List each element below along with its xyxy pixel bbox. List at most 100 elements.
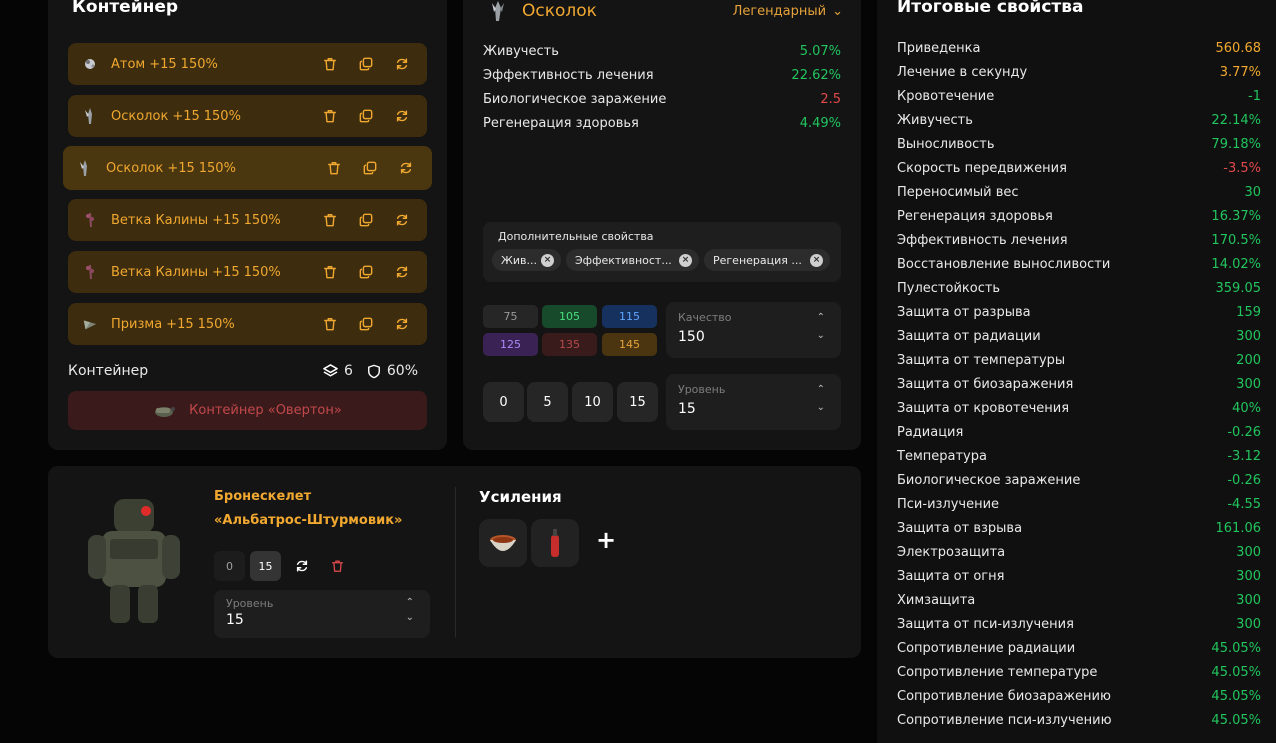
- total-property-row: Выносливость 79.18%: [897, 134, 1261, 154]
- total-property-label: Восстановление выносливости: [897, 256, 1111, 272]
- chevron-up-icon[interactable]: ⌃: [817, 384, 825, 395]
- total-property-row: Кровотечение -1: [897, 86, 1261, 106]
- container-footer: Контейнер 6 60%: [68, 363, 418, 379]
- shard-artifact-icon: [492, 1, 504, 21]
- armor-name-line2: «Альбатрос-Штурмовик»: [214, 513, 403, 528]
- total-property-value: 300: [1236, 616, 1261, 632]
- total-property-value: 159: [1236, 304, 1261, 320]
- swap-icon[interactable]: [394, 264, 410, 280]
- total-property-label: Сопротивление биозаражению: [897, 688, 1111, 704]
- property-label: Регенерация здоровья: [483, 116, 639, 131]
- armor-level-15-label: 15: [258, 559, 273, 573]
- container-title: Контейнер: [72, 0, 179, 17]
- swap-icon[interactable]: [394, 56, 410, 72]
- total-property-label: Биологическое заражение: [897, 472, 1081, 488]
- layers-icon: [323, 363, 338, 376]
- trash-icon[interactable]: [322, 56, 338, 72]
- container-item[interactable]: Осколок +15 150%: [68, 95, 427, 137]
- remove-chip-icon[interactable]: ×: [810, 253, 823, 267]
- chevron-up-icon[interactable]: ⌃: [406, 597, 414, 608]
- container-item-actions: [322, 264, 410, 280]
- swap-icon[interactable]: [394, 316, 410, 332]
- add-boost-button[interactable]: +: [596, 526, 616, 554]
- container-item[interactable]: Осколок +15 150%: [63, 146, 432, 190]
- container-item-bonus: +15: [166, 316, 194, 332]
- container-item-label: Ветка Калины +15 150%: [111, 213, 285, 228]
- total-property-value: 30: [1244, 184, 1261, 200]
- chevron-down-icon[interactable]: ⌄: [817, 402, 825, 413]
- boosts-title: Усиления: [479, 488, 562, 506]
- armor-level-0-button[interactable]: 0: [214, 551, 245, 581]
- copy-icon[interactable]: [358, 212, 374, 228]
- total-property-label: Кровотечение: [897, 88, 995, 104]
- total-property-value: 45.05%: [1211, 664, 1261, 680]
- swap-icon[interactable]: [394, 212, 410, 228]
- rarity-dropdown[interactable]: Легендарный ⌄: [733, 4, 843, 19]
- trash-icon[interactable]: [322, 264, 338, 280]
- chip-label: Эффективност...: [575, 253, 672, 267]
- armor-level-select[interactable]: Уровень 15 ⌃ ⌄: [214, 590, 430, 638]
- copy-icon[interactable]: [358, 108, 374, 124]
- trash-icon[interactable]: [322, 212, 338, 228]
- quality-preset-button[interactable]: 145: [602, 333, 657, 356]
- quality-preset-button[interactable]: 125: [483, 333, 538, 356]
- level-preset-button[interactable]: 5: [527, 382, 568, 422]
- total-property-value: 45.05%: [1211, 712, 1261, 728]
- container-item[interactable]: Ветка Калины +15 150%: [68, 199, 427, 241]
- level-select[interactable]: Уровень 15 ⌃ ⌄: [666, 374, 841, 430]
- copy-icon[interactable]: [358, 316, 374, 332]
- copy-icon[interactable]: [358, 264, 374, 280]
- container-item[interactable]: Атом +15 150%: [68, 43, 427, 85]
- quality-preset-button[interactable]: 105: [542, 305, 597, 328]
- armor-level-15-button[interactable]: 15: [250, 551, 281, 581]
- atom-artifact-icon: [82, 56, 98, 72]
- chevron-down-icon[interactable]: ⌄: [406, 612, 414, 623]
- artifact-property-row: Эффективность лечения 22.62%: [483, 68, 841, 83]
- extra-property-chip[interactable]: Эффективност... ×: [566, 249, 699, 271]
- level-preset-button[interactable]: 0: [483, 382, 524, 422]
- swap-icon[interactable]: [394, 108, 410, 124]
- total-property-value: 359.05: [1215, 280, 1262, 296]
- container-item[interactable]: Призма +15 150%: [68, 303, 427, 345]
- property-label: Биологическое заражение: [483, 92, 667, 107]
- extra-property-chip[interactable]: Регенерация ... ×: [704, 249, 830, 271]
- quality-preset-button[interactable]: 135: [542, 333, 597, 356]
- container-item[interactable]: Ветка Калины +15 150%: [68, 251, 427, 293]
- trash-icon[interactable]: [322, 316, 338, 332]
- total-property-label: Защита от огня: [897, 568, 1005, 584]
- total-property-value: -4.55: [1227, 496, 1261, 512]
- quality-preset-button[interactable]: 75: [483, 305, 538, 328]
- chevron-up-icon[interactable]: ⌃: [817, 312, 825, 323]
- total-property-value: 300: [1236, 544, 1261, 560]
- copy-icon[interactable]: [358, 56, 374, 72]
- boost-slot[interactable]: [531, 519, 579, 567]
- copy-icon[interactable]: [362, 160, 378, 176]
- total-property-row: Защита от кровотечения 40%: [897, 398, 1261, 418]
- remove-chip-icon[interactable]: ×: [541, 253, 554, 267]
- total-property-row: Переносимый вес 30: [897, 182, 1261, 202]
- slots-stat: 6: [323, 363, 353, 379]
- remove-chip-icon[interactable]: ×: [679, 253, 692, 267]
- level-preset-button[interactable]: 10: [572, 382, 613, 422]
- total-property-row: Защита от огня 300: [897, 566, 1261, 586]
- armor-level-caption: Уровень: [226, 597, 274, 610]
- total-property-value: 161.06: [1215, 520, 1262, 536]
- container-overton-button[interactable]: Контейнер «Овертон»: [68, 391, 427, 430]
- total-property-row: Сопротивление биозаражению 45.05%: [897, 686, 1261, 706]
- quality-select[interactable]: Качество 150 ⌃ ⌄: [666, 302, 841, 358]
- total-property-row: Температура -3.12: [897, 446, 1261, 466]
- armor-reset-button[interactable]: [286, 551, 317, 581]
- container-item-bonus: +15: [167, 160, 195, 176]
- swap-icon[interactable]: [398, 160, 414, 176]
- extra-property-chip[interactable]: Жив... ×: [492, 249, 561, 271]
- trash-icon[interactable]: [322, 108, 338, 124]
- chevron-down-icon[interactable]: ⌄: [817, 330, 825, 341]
- boost-slot[interactable]: [479, 519, 527, 567]
- total-property-value: 22.14%: [1211, 112, 1261, 128]
- total-property-label: Приведенка: [897, 40, 981, 56]
- armor-level-0-label: 0: [226, 559, 233, 573]
- trash-icon[interactable]: [326, 160, 342, 176]
- quality-preset-button[interactable]: 115: [602, 305, 657, 328]
- level-preset-button[interactable]: 15: [617, 382, 658, 422]
- armor-delete-button[interactable]: [322, 551, 353, 581]
